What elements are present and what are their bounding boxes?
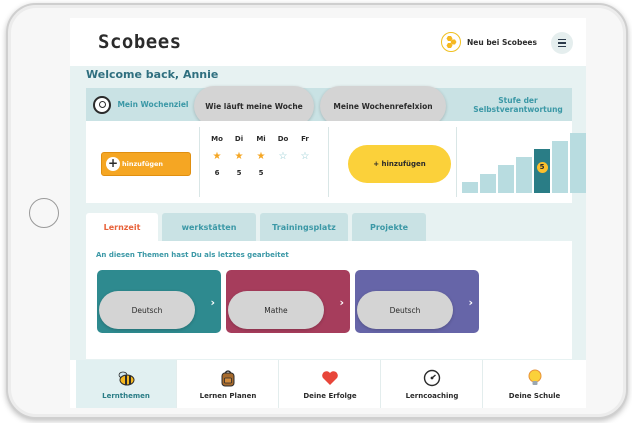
current-level-badge: 5 [536, 162, 548, 173]
level-bar [516, 157, 532, 193]
menu-icon[interactable] [551, 32, 573, 54]
star-icon[interactable]: ★ [206, 151, 228, 169]
nav-label: Deine Schule [508, 391, 561, 400]
new-at-scobees-link[interactable]: Neu bei Scobees [441, 31, 537, 53]
new-at-scobees-label: Neu bei Scobees [467, 37, 537, 47]
level-bar [570, 133, 586, 193]
bulb-icon [526, 369, 544, 387]
nav-label: Lerncoaching [405, 391, 459, 400]
tablet-frame: Scobees Neu bei Scobees Welcome back, An… [6, 3, 628, 419]
day-column: Di ★ 5 [228, 135, 250, 177]
recent-topics-panel: An diesen Themen hast Du als letztes gea… [86, 241, 572, 359]
bee-icon [117, 369, 135, 387]
day-name: Mo [211, 135, 223, 143]
topic-card-deutsch[interactable]: Deutsch › [355, 270, 479, 333]
honeycomb-icon [441, 32, 461, 52]
level-bar-chart: 5 [462, 131, 586, 193]
welcome-heading: Welcome back, Annie [86, 68, 219, 81]
week-days: Mo ★ 6 Di ★ 5 Mi ★ 5 Do ☆ Fr ☆ [206, 135, 316, 177]
nav-label: Lernthemen [102, 391, 150, 400]
top-bar: Scobees Neu bei Scobees [70, 18, 586, 66]
weekly-goal-heading: Mein Wochenziel [86, 88, 196, 121]
weekly-goal-label: Mein Wochenziel [117, 100, 189, 109]
add-weekly-goal-button[interactable]: + hinzufügen [101, 152, 191, 176]
topic-label: Mathe [228, 291, 324, 329]
plus-icon: + [106, 156, 120, 171]
level-bar [552, 141, 568, 193]
day-count: 6 [214, 169, 220, 177]
day-name: Do [277, 135, 289, 143]
add-reflection-button[interactable]: + hinzufügen [348, 145, 451, 183]
chevron-right-icon: › [210, 296, 215, 309]
level-bar [462, 182, 478, 193]
nav-deine-schule[interactable]: Deine Schule [484, 360, 585, 408]
day-count: 5 [236, 169, 242, 177]
tab-trainingsplatz[interactable]: Trainingsplatz [260, 213, 348, 241]
star-outline-icon[interactable]: ☆ [294, 151, 316, 169]
weekly-reflection-tab[interactable]: Meine Wochenrefelxion [320, 86, 446, 126]
week-progress-tab[interactable]: Wie läuft meine Woche [194, 86, 314, 126]
topic-card-mathe[interactable]: Mathe › [226, 270, 350, 333]
day-count: 5 [258, 169, 264, 177]
nav-label: Lernen Planen [199, 391, 257, 400]
scobees-logo[interactable]: Scobees [98, 31, 182, 53]
level-bar [498, 165, 514, 193]
gauge-icon [423, 369, 441, 387]
day-column: Do ☆ [272, 135, 294, 177]
day-column: Fr ☆ [294, 135, 316, 177]
nav-lernen-planen[interactable]: Lernen Planen [178, 360, 279, 408]
divider [328, 127, 329, 197]
chevron-right-icon: › [339, 296, 344, 309]
topic-label: Deutsch [99, 291, 195, 329]
star-outline-icon[interactable]: ☆ [272, 151, 294, 169]
app-screen: Scobees Neu bei Scobees Welcome back, An… [70, 18, 586, 408]
level-bar [480, 174, 496, 193]
day-column: Mo ★ 6 [206, 135, 228, 177]
bottom-navigation: Lernthemen Lernen Planen Deine Erfolge L… [70, 360, 586, 408]
add-weekly-goal-label: hinzufügen [122, 160, 164, 168]
target-icon [93, 95, 112, 114]
heart-icon [321, 369, 339, 387]
day-name: Di [234, 135, 244, 143]
nav-label: Deine Erfolge [303, 391, 357, 400]
tab-projekte[interactable]: Projekte [352, 213, 426, 241]
chevron-right-icon: › [468, 296, 473, 309]
tab-werkstaetten[interactable]: werkstätten [162, 213, 256, 241]
divider [199, 127, 200, 197]
day-name: Fr [301, 135, 309, 143]
recent-topics-heading: An diesen Themen hast Du als letztes gea… [96, 251, 289, 259]
topic-card-deutsch[interactable]: Deutsch › [97, 270, 221, 333]
nav-deine-erfolge[interactable]: Deine Erfolge [280, 360, 381, 408]
day-column: Mi ★ 5 [250, 135, 272, 177]
topic-label: Deutsch [357, 291, 453, 329]
divider [456, 127, 457, 197]
goals-panel: + hinzufügen Mo ★ 6 Di ★ 5 Mi ★ 5 Do ☆ F… [86, 121, 586, 203]
nav-lernthemen[interactable]: Lernthemen [76, 360, 177, 408]
nav-lerncoaching[interactable]: Lerncoaching [382, 360, 483, 408]
tablet-home-button [29, 198, 59, 228]
day-name: Mi [256, 135, 266, 143]
star-icon[interactable]: ★ [250, 151, 272, 169]
level-heading: Stufe der Selbstverantwortung [473, 95, 563, 114]
learning-tabs: Lernzeit werkstätten Trainingsplatz Proj… [86, 213, 572, 241]
star-icon[interactable]: ★ [228, 151, 250, 169]
tab-lernzeit[interactable]: Lernzeit [86, 213, 158, 241]
backpack-icon [219, 369, 237, 387]
